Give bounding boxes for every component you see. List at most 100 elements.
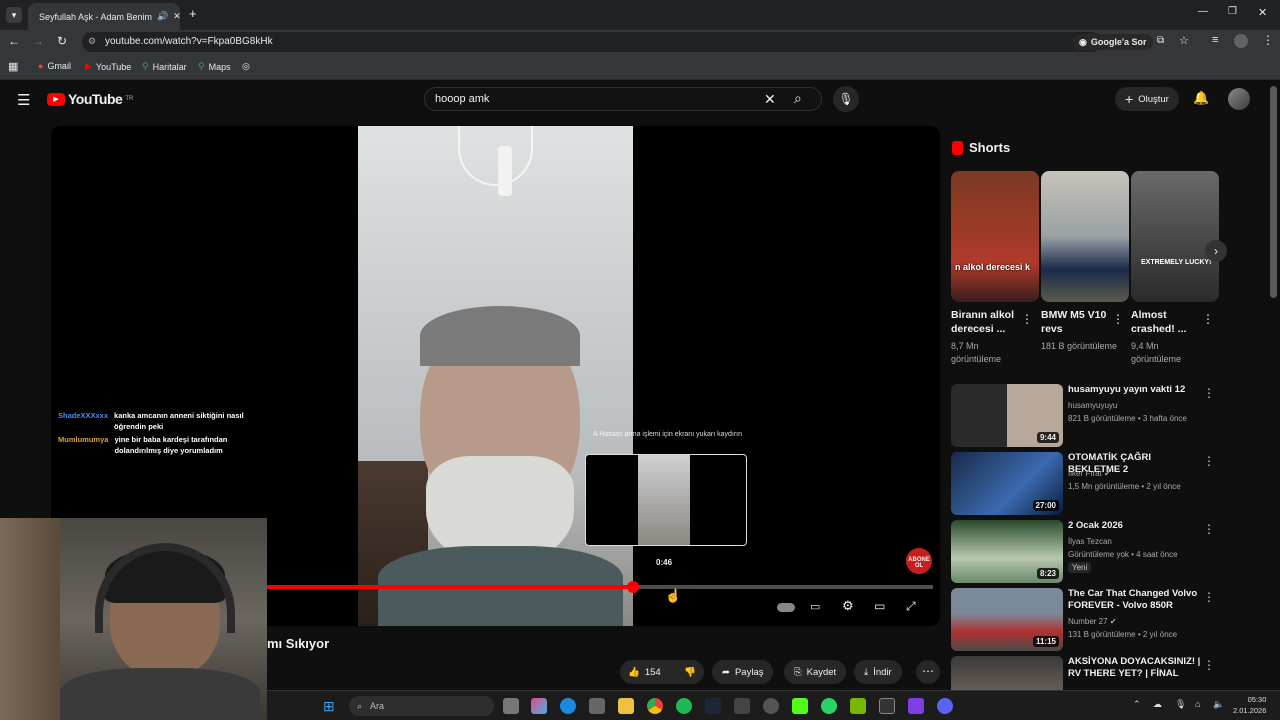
- youtube-logo[interactable]: ▶ YouTube TR: [47, 91, 133, 107]
- bookmark-haritalar[interactable]: ⚲ Haritalar: [142, 61, 187, 72]
- youtube-icon: ▶: [85, 61, 92, 71]
- shorts-next-icon[interactable]: ›: [1205, 240, 1227, 262]
- duration-badge: 27:00: [1032, 500, 1059, 511]
- nvidia-icon[interactable]: [850, 698, 866, 714]
- short-thumb[interactable]: n alkol derecesi k: [951, 171, 1039, 302]
- video-menu-icon[interactable]: ⋮: [1203, 590, 1215, 604]
- voice-search-icon[interactable]: 🎙: [833, 86, 859, 112]
- bookmark-web[interactable]: ◎: [242, 61, 250, 72]
- video-menu-icon[interactable]: ⋮: [1203, 454, 1215, 468]
- create-button[interactable]: + Oluştur: [1115, 87, 1179, 111]
- subscribe-watermark[interactable]: ABONE OL: [906, 548, 932, 574]
- minimize-icon[interactable]: —: [1198, 6, 1208, 17]
- mouse-cursor-icon: ☝: [665, 588, 682, 603]
- hamburger-menu-icon[interactable]: ☰: [17, 91, 30, 109]
- like-count: 154: [644, 666, 661, 678]
- fullscreen-icon[interactable]: ⤢: [906, 599, 916, 614]
- google-ask-label: Google'a Sor: [1090, 37, 1147, 47]
- bookmark-youtube[interactable]: ▶ YouTube: [85, 61, 131, 72]
- reading-list-icon[interactable]: ≡: [1212, 34, 1218, 46]
- widgets-icon[interactable]: [531, 698, 547, 714]
- chat-text: yine bir baba kardeşi tarafından dolandı…: [114, 435, 228, 455]
- related-video[interactable]: 11:15 The Car That Changed Volvo FOREVER…: [951, 588, 1221, 652]
- short-thumb[interactable]: EXTREMELY LUCKY!: [1131, 171, 1219, 302]
- short-title[interactable]: Biranın alkol derecesi ...: [951, 308, 1029, 336]
- bookmark-star-icon[interactable]: ☆: [1179, 34, 1189, 47]
- page-scrollbar[interactable]: [1270, 86, 1277, 298]
- related-video[interactable]: 8:23 2 Ocak 2026 İlyas Tezcan Görüntülem…: [951, 520, 1221, 584]
- steam-icon[interactable]: [705, 698, 721, 714]
- back-icon[interactable]: ←: [8, 34, 20, 48]
- dislike-icon[interactable]: 👎: [684, 667, 696, 678]
- google-ask-button[interactable]: ◉ Google'a Sor: [1073, 34, 1153, 50]
- save-label: Kaydet: [806, 666, 837, 678]
- app-icon[interactable]: [763, 698, 779, 714]
- profile-icon[interactable]: [1234, 34, 1248, 48]
- omnibox[interactable]: ⚙ youtube.com/watch?v=Fkpa0BG8kHk: [82, 32, 1102, 52]
- app-icon[interactable]: [879, 698, 895, 714]
- taskbar-search[interactable]: ⌕ Ara: [349, 696, 494, 716]
- volume-icon[interactable]: 🔈: [1213, 699, 1224, 710]
- short-thumb[interactable]: [1041, 171, 1129, 302]
- autoplay-toggle[interactable]: [777, 603, 795, 612]
- new-tab-icon[interactable]: +: [189, 6, 197, 21]
- app-icon[interactable]: [908, 698, 924, 714]
- task-view-icon[interactable]: [503, 698, 519, 714]
- reload-icon[interactable]: ↻: [57, 34, 67, 48]
- tray-cloud-icon[interactable]: ☁: [1153, 699, 1162, 710]
- kick-icon[interactable]: [792, 698, 808, 714]
- lamp-stem: [498, 146, 512, 196]
- chat-overlay: ShadeXXXxxx kanka amcanın anneni siktiği…: [58, 410, 268, 456]
- site-info-icon[interactable]: ⚙: [88, 36, 96, 47]
- clock[interactable]: 05:30 2.01.2026: [1233, 694, 1266, 716]
- download-icon: ⤓: [864, 666, 869, 678]
- notifications-bell-icon[interactable]: 🔔: [1193, 90, 1209, 106]
- short-title[interactable]: BMW M5 V10 revs: [1041, 308, 1113, 336]
- bookmark-gmail[interactable]: ● Gmail: [38, 61, 71, 71]
- browser-tab[interactable]: Seyfullah Aşk - Adam Benim 🔊 ✕: [28, 3, 180, 30]
- short-menu-icon[interactable]: ⋮: [1202, 312, 1214, 326]
- short-menu-icon[interactable]: ⋮: [1021, 312, 1033, 326]
- download-button[interactable]: ⤓ İndir: [854, 660, 902, 684]
- tab-list-icon[interactable]: ▾: [6, 7, 22, 23]
- whatsapp-icon[interactable]: [821, 698, 837, 714]
- settings-gear-icon[interactable]: ⚙: [842, 598, 854, 614]
- bookmark-maps[interactable]: ⚲ Maps: [198, 61, 231, 72]
- like-icon[interactable]: 👍: [628, 667, 640, 678]
- tray-chevron-icon[interactable]: ⌃: [1133, 699, 1141, 710]
- browser-menu-icon[interactable]: ⋮: [1262, 33, 1274, 47]
- cast-icon[interactable]: ⧉: [1157, 35, 1164, 46]
- video-menu-icon[interactable]: ⋮: [1203, 386, 1215, 400]
- forward-icon[interactable]: →: [32, 34, 44, 48]
- tab-close-icon[interactable]: ✕: [173, 11, 180, 22]
- theater-mode-icon[interactable]: ▭: [874, 599, 885, 613]
- share-button[interactable]: ➦ Paylaş: [712, 660, 774, 684]
- store-icon[interactable]: [589, 698, 605, 714]
- file-explorer-icon[interactable]: [618, 698, 634, 714]
- short-title[interactable]: Almost crashed! ...: [1131, 308, 1203, 336]
- save-button[interactable]: ⎘ Kaydet: [784, 660, 847, 684]
- short-menu-icon[interactable]: ⋮: [1112, 312, 1124, 326]
- clear-search-icon[interactable]: ✕: [764, 91, 776, 108]
- apps-grid-icon[interactable]: ▦: [8, 60, 18, 73]
- related-video[interactable]: 27:00 OTOMATİK ÇAĞRI BEKLETME 2 İlker Fı…: [951, 452, 1221, 516]
- app-icon[interactable]: [937, 698, 953, 714]
- microphone-tray-icon[interactable]: 🎙: [1175, 699, 1186, 710]
- app-icon[interactable]: [734, 698, 750, 714]
- chrome-icon[interactable]: [647, 698, 663, 714]
- network-icon[interactable]: ⌂: [1195, 699, 1200, 709]
- video-menu-icon[interactable]: ⋮: [1203, 522, 1215, 536]
- related-video[interactable]: 9:44 husamyuyu yayın vakti 12 husamyuyuy…: [951, 384, 1221, 448]
- more-actions-icon[interactable]: ⋯: [916, 660, 940, 684]
- account-avatar[interactable]: [1228, 88, 1250, 110]
- search-icon[interactable]: ⌕: [794, 90, 802, 107]
- spotify-icon[interactable]: [676, 698, 692, 714]
- edge-icon[interactable]: [560, 698, 576, 714]
- window-close-icon[interactable]: ✕: [1258, 6, 1267, 19]
- related-video[interactable]: AKSİYONA DOYACAKSINIZ! | RV THERE YET? |…: [951, 656, 1221, 690]
- maximize-icon[interactable]: ❐: [1228, 6, 1237, 17]
- subtitles-icon[interactable]: ▭: [810, 600, 820, 613]
- search-input[interactable]: hooop amk: [424, 87, 822, 111]
- video-menu-icon[interactable]: ⋮: [1203, 658, 1215, 672]
- start-icon[interactable]: ⊞: [323, 698, 335, 715]
